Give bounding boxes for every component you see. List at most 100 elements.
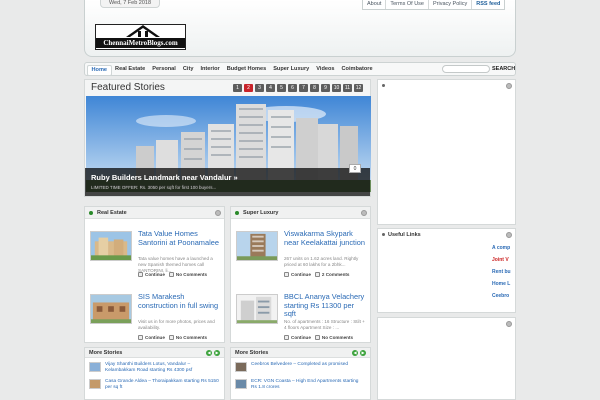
page-10[interactable]: 10 (332, 84, 341, 92)
widget-header (378, 318, 515, 330)
sidebar-widget (377, 317, 516, 400)
close-icon[interactable] (506, 232, 512, 238)
comment-count-badge[interactable]: 0 (349, 164, 361, 173)
comments-label: 2 Comments (321, 272, 350, 277)
list-item[interactable]: Ceebros Belvedere – Completed as promise… (235, 362, 365, 376)
featured-caption-title[interactable]: Ruby Builders Landmark near Vandalur » (91, 173, 238, 182)
widget-header (378, 80, 515, 92)
useful-link[interactable]: Home L (492, 278, 517, 290)
continue-label: Continue (291, 335, 311, 340)
nav-item-coimbatore[interactable]: Coimbatore (338, 65, 376, 76)
more-stories-left: More Stories ◀ ▶ Vijay Shanthi Builders L… (84, 347, 225, 400)
useful-link[interactable]: Rent bu (492, 266, 517, 278)
comments-label: No Comments (175, 272, 208, 277)
panel-header: Super Luxury (231, 207, 370, 219)
page-2[interactable]: 2 (244, 84, 253, 92)
panel-title[interactable]: Real Estate (97, 207, 127, 219)
close-icon[interactable] (506, 321, 512, 327)
top-link-privacy[interactable]: Privacy Policy (429, 0, 473, 9)
comments-label: No Comments (175, 335, 208, 340)
story-link[interactable]: Ceebros Belvedere – Completed as promise… (251, 362, 365, 368)
nav-item-real-estate[interactable]: Real Estate (112, 65, 149, 76)
comments-link[interactable]: No Comments (168, 335, 208, 340)
post-title[interactable]: Viswakarma Skypark near Keelakattai junc… (284, 229, 366, 247)
continue-link[interactable]: Continue (284, 335, 311, 340)
comments-link[interactable]: No Comments (168, 272, 208, 277)
more-stories-header: More Stories ◀ ▶ (231, 348, 370, 358)
continue-link[interactable]: Continue (284, 272, 311, 277)
post-thumbnail[interactable] (90, 231, 132, 261)
search-input[interactable] (442, 65, 490, 73)
list-item[interactable]: ECR: VGN Coasta – High End Apartments st… (235, 379, 365, 393)
comments-link[interactable]: 2 Comments (314, 272, 350, 277)
continue-icon (284, 335, 289, 340)
continue-icon (284, 272, 289, 277)
prev-arrow-icon[interactable]: ◀ (206, 350, 212, 356)
continue-link[interactable]: Continue (138, 272, 165, 277)
page-6[interactable]: 6 (288, 84, 297, 92)
nav-item-budget-homes[interactable]: Budget Homes (223, 65, 269, 76)
useful-link[interactable]: Ceebro (492, 290, 517, 302)
page-5[interactable]: 5 (277, 84, 286, 92)
bullet-icon (382, 84, 385, 87)
useful-link[interactable]: A comp (492, 242, 517, 254)
useful-link[interactable]: Joint V (492, 254, 517, 266)
page-12[interactable]: 12 (354, 84, 363, 92)
more-stories-header: More Stories ◀ ▶ (85, 348, 224, 358)
comments-link[interactable]: No Comments (314, 335, 353, 340)
panel-title[interactable]: Super Luxury (243, 207, 278, 219)
list-item[interactable]: Casa Grande Aldea – Thoraipakkam startin… (89, 379, 219, 393)
top-link-terms[interactable]: Terms Of Use (386, 0, 429, 9)
page-7[interactable]: 7 (299, 84, 308, 92)
story-thumbnail (89, 379, 101, 389)
next-arrow-icon[interactable]: ▶ (360, 350, 366, 356)
page-3[interactable]: 3 (255, 84, 264, 92)
nav-item-personal[interactable]: Personal (149, 65, 180, 76)
site-logo[interactable]: ChennaiMetroBlogs.com (95, 24, 186, 50)
page-9[interactable]: 9 (321, 84, 330, 92)
page-8[interactable]: 8 (310, 84, 319, 92)
comment-icon (168, 335, 174, 340)
featured-caption-subtitle: LIMITED TIME OFFER: Rs. 3050 per sqft fo… (91, 185, 217, 190)
post-excerpt: Visit us in for more photos, prices and … (138, 319, 215, 331)
list-item[interactable]: Vijay Shanthi Builders Lotus, Vandalur –… (89, 362, 219, 376)
post-title[interactable]: Tata Value Homes Santorini at Poonamalee (138, 229, 220, 247)
continue-link[interactable]: Continue (138, 335, 165, 340)
nav-item-home[interactable]: Home (87, 65, 112, 76)
logo-text: ChennaiMetroBlogs.com (96, 38, 185, 48)
useful-links-list: A comp Joint V Rent bu Home L Ceebro (492, 242, 517, 302)
search-button[interactable]: SEARCH (492, 65, 515, 73)
story-link[interactable]: Vijay Shanthi Builders Lotus, Vandalur –… (105, 362, 219, 374)
page-11[interactable]: 11 (343, 84, 352, 92)
more-stories-title: More Stories (89, 350, 123, 356)
nav-item-city[interactable]: City (179, 65, 197, 76)
post-excerpt: No. of apartments : 16 Structure : Stilt… (284, 319, 365, 331)
nav-item-super-luxury[interactable]: Super Luxury (270, 65, 313, 76)
next-arrow-icon[interactable]: ▶ (214, 350, 220, 356)
close-icon[interactable] (361, 210, 367, 216)
nav-item-interior[interactable]: Interior (197, 65, 223, 76)
nav-item-videos[interactable]: Videos (313, 65, 338, 76)
top-link-about[interactable]: About (363, 0, 387, 9)
post-title[interactable]: SIS Marakesh construction in full swing (138, 292, 220, 310)
continue-icon (138, 335, 143, 340)
close-icon[interactable] (506, 83, 512, 89)
page-4[interactable]: 4 (266, 84, 275, 92)
continue-label: Continue (145, 272, 165, 277)
house-roof-icon (126, 25, 160, 37)
prev-arrow-icon[interactable]: ◀ (352, 350, 358, 356)
post-thumbnail[interactable] (236, 231, 278, 261)
bullet-icon (89, 211, 93, 215)
story-link[interactable]: ECR: VGN Coasta – High End Apartments st… (251, 379, 365, 391)
list-item: Viswakarma Skypark near Keelakattai junc… (231, 229, 370, 287)
page-1[interactable]: 1 (233, 84, 242, 92)
sidebar-widget (377, 79, 516, 225)
close-icon[interactable] (215, 210, 221, 216)
widget-header: Useful Links (378, 229, 515, 241)
top-link-rss[interactable]: RSS feed (472, 0, 504, 9)
post-title[interactable]: BBCL Ananya Velachery starting Rs 11300 … (284, 292, 366, 319)
continue-icon (138, 272, 143, 277)
post-thumbnail[interactable] (236, 294, 278, 324)
post-thumbnail[interactable] (90, 294, 132, 324)
story-link[interactable]: Casa Grande Aldea – Thoraipakkam startin… (105, 379, 219, 391)
